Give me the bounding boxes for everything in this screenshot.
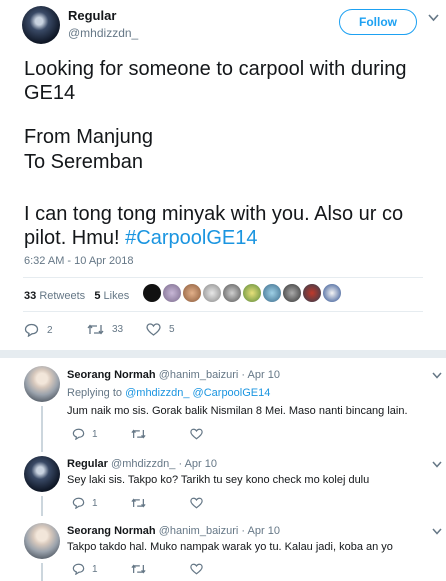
reply-author[interactable]: Seorang Normah @hanim_baizuri · Apr 10 <box>67 525 280 537</box>
liker-avatar[interactable] <box>203 284 221 302</box>
liker-avatar[interactable] <box>323 284 341 302</box>
hashtag-link[interactable]: #CarpoolGE14 <box>125 227 257 249</box>
retweet-icon <box>131 428 146 440</box>
tweet-text-line: pilot. Hmu! #CarpoolGE14 <box>24 225 257 251</box>
reply-avatar[interactable] <box>24 523 60 559</box>
reply-button[interactable]: 1 <box>72 563 98 575</box>
like-count: 5 <box>169 324 175 335</box>
divider <box>23 277 423 278</box>
tweet-timestamp[interactable]: 6:32 AM - 10 Apr 2018 <box>24 255 133 267</box>
liker-avatar[interactable] <box>163 284 181 302</box>
retweet-icon <box>131 497 146 509</box>
retweet-icon <box>131 563 146 575</box>
retweet-button[interactable] <box>131 428 146 440</box>
reply-icon <box>24 323 39 337</box>
mention-link[interactable]: @mhdizzdn_ <box>125 387 189 399</box>
reply-text: Takpo takdo hal. Muko nampak warak yo tu… <box>67 541 393 553</box>
replying-to: Replying to @mhdizzdn_ @CarpoolGE14 <box>67 387 271 399</box>
liker-avatar[interactable] <box>283 284 301 302</box>
retweet-icon <box>87 323 104 336</box>
reply-icon <box>72 497 85 509</box>
like-button[interactable] <box>190 563 203 575</box>
liker-avatar[interactable] <box>263 284 281 302</box>
tweet-text-line: From Manjung <box>24 126 153 148</box>
tweet-text-line: GE14 <box>24 82 76 104</box>
like-button[interactable] <box>190 497 203 509</box>
reply-author[interactable]: Regular @mhdizzdn_ · Apr 10 <box>67 458 217 470</box>
heart-icon <box>146 323 161 336</box>
likes-stat[interactable]: 5 Likes <box>94 290 129 302</box>
retweet-button[interactable]: 33 <box>87 323 123 336</box>
reply-text: Jum naik mo sis. Gorak balik Nismilan 8 … <box>67 405 408 417</box>
retweet-count: 33 <box>112 324 124 335</box>
like-button[interactable] <box>190 428 203 440</box>
tweet-text-tail: pilot. Hmu! <box>24 227 120 249</box>
chevron-down-icon[interactable] <box>432 461 442 468</box>
thread-line <box>41 406 43 452</box>
tweet-stats: 33 Retweets 5 Likes <box>24 290 129 302</box>
liker-avatar[interactable] <box>183 284 201 302</box>
reply-button[interactable]: 1 <box>72 497 98 509</box>
liker-avatar[interactable] <box>143 284 161 302</box>
tweet-text-line: Looking for someone to carpool with duri… <box>24 58 407 80</box>
heart-icon <box>190 563 203 575</box>
reply-icon <box>72 563 85 575</box>
reply-icon <box>72 428 85 440</box>
author-name[interactable]: Regular <box>68 8 116 23</box>
tweet-text-line: I can tong tong minyak with you. Also ur… <box>24 203 404 225</box>
mention-link[interactable]: @CarpoolGE14 <box>193 387 271 399</box>
reply-author[interactable]: Seorang Normah @hanim_baizuri · Apr 10 <box>67 369 280 381</box>
retweet-button[interactable] <box>131 497 146 509</box>
thread-line <box>41 563 43 581</box>
likers-avatars <box>143 284 341 302</box>
thread-line <box>41 496 43 516</box>
chevron-down-icon[interactable] <box>432 528 442 535</box>
like-button[interactable]: 5 <box>146 323 175 336</box>
reply-count: 1 <box>92 497 98 509</box>
reply-button[interactable]: 2 <box>24 323 53 337</box>
liker-avatar[interactable] <box>303 284 321 302</box>
reply-avatar[interactable] <box>24 366 60 402</box>
reply-text: Sey laki sis. Takpo ko? Tarikh tu sey ko… <box>67 474 370 486</box>
reply-count: 1 <box>92 428 98 440</box>
reply-button[interactable]: 1 <box>72 428 98 440</box>
retweets-stat[interactable]: 33 Retweets <box>24 290 85 302</box>
author-avatar[interactable] <box>22 6 60 44</box>
chevron-down-icon[interactable] <box>428 14 439 22</box>
retweet-button[interactable] <box>131 563 146 575</box>
tweet-text-line: To Seremban <box>24 151 143 173</box>
heart-icon <box>190 428 203 440</box>
reply-count: 2 <box>47 324 53 336</box>
reply-count: 1 <box>92 563 98 575</box>
author-handle[interactable]: @mhdizzdn_ <box>68 26 138 40</box>
liker-avatar[interactable] <box>223 284 241 302</box>
heart-icon <box>190 497 203 509</box>
reply-avatar[interactable] <box>24 456 60 492</box>
section-divider <box>0 350 446 358</box>
divider <box>23 311 423 312</box>
chevron-down-icon[interactable] <box>432 372 442 379</box>
follow-button[interactable]: Follow <box>339 9 417 35</box>
liker-avatar[interactable] <box>243 284 261 302</box>
